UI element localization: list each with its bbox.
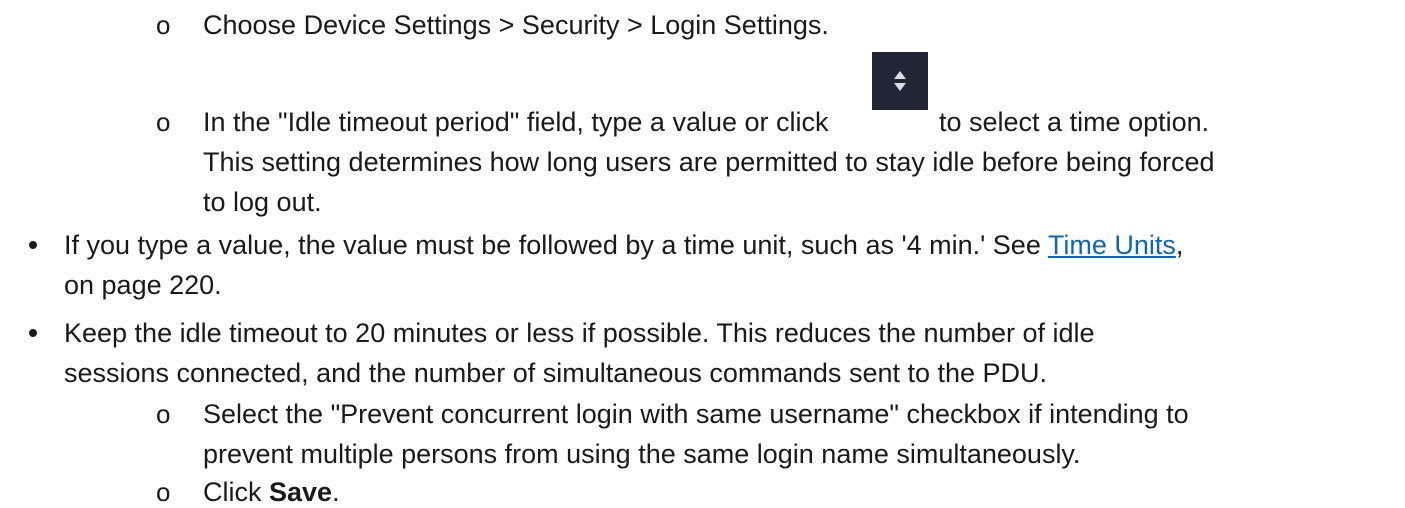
step-click-save-period: . — [332, 477, 340, 507]
note-keep-timeout-line1: Keep the idle timeout to 20 minutes or l… — [64, 318, 1095, 348]
step-click-save: Click Save. — [203, 476, 340, 508]
sub-bullet-marker: o — [156, 10, 171, 40]
step-prevent-concurrent-line1: Select the "Prevent concurrent login wit… — [203, 399, 1189, 429]
step-idle-timeout-line1: In the "Idle timeout period" field, type… — [203, 106, 829, 138]
bullet-marker — [29, 329, 37, 337]
step-click-save-text: Click — [203, 477, 262, 507]
note-keep-timeout-line2: sessions connected, and the number of si… — [64, 358, 1048, 388]
sub-bullet-marker: o — [156, 477, 171, 507]
save-label: Save — [269, 477, 333, 507]
bullet-marker — [29, 241, 37, 249]
step-idle-timeout-line2: This setting determines how long users a… — [203, 147, 1215, 177]
note-time-unit-line1: If you type a value, the value must be f… — [64, 229, 1183, 261]
note-time-unit-comma: , — [1175, 230, 1184, 260]
up-down-stepper-icon — [872, 52, 928, 110]
step-idle-timeout-text: In the "Idle timeout period" field, type… — [203, 107, 829, 137]
step-idle-timeout-after-icon: to select a time option. — [939, 107, 1210, 137]
note-time-unit-text: If you type a value, the value must be f… — [64, 230, 1041, 260]
step-prevent-concurrent-line2: prevent multiple persons from using the … — [203, 439, 1081, 469]
step-choose-device-settings: Choose Device Settings > Security > Logi… — [203, 10, 829, 40]
note-time-unit-line2: on page 220. — [64, 270, 222, 300]
step-idle-timeout-line3: to log out. — [203, 187, 322, 217]
sub-bullet-marker: o — [156, 399, 171, 429]
time-units-link[interactable]: Time Units — [1048, 230, 1176, 260]
sub-bullet-marker: o — [156, 107, 171, 137]
